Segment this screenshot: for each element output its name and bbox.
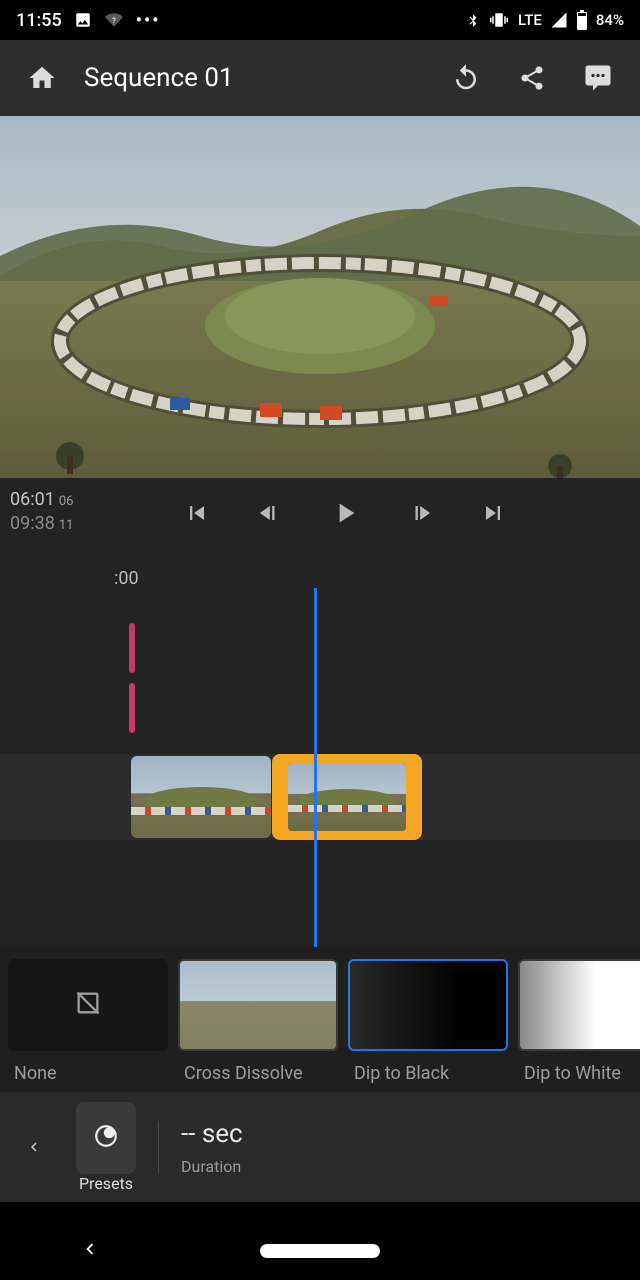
transition-label: Cross Dissolve xyxy=(178,1063,303,1084)
skip-start-button[interactable] xyxy=(179,495,215,531)
sequence-title: Sequence 01 xyxy=(84,63,424,93)
presets-button[interactable] xyxy=(76,1102,136,1174)
presets-label: Presets xyxy=(79,1174,133,1193)
timeline-ruler-label: :00 xyxy=(114,568,139,589)
transition-dip-to-white[interactable]: Dip to White xyxy=(518,959,640,1084)
current-time: 06:01 xyxy=(10,489,55,510)
transition-label: Dip to Black xyxy=(348,1063,449,1084)
play-button[interactable] xyxy=(327,495,363,531)
share-button[interactable] xyxy=(508,54,556,102)
total-frames: 11 xyxy=(59,518,74,533)
system-nav-bar xyxy=(0,1222,640,1280)
current-frames: 06 xyxy=(59,494,74,509)
panel-back-button[interactable] xyxy=(14,1127,54,1167)
network-label: LTE xyxy=(518,11,542,29)
app-bar: Sequence 01 xyxy=(0,40,640,116)
frame-forward-button[interactable] xyxy=(401,495,437,531)
image-icon xyxy=(74,11,92,29)
duration-control[interactable]: -- sec Duration xyxy=(181,1119,243,1176)
no-transition-icon xyxy=(74,989,102,1021)
bluetooth-icon xyxy=(466,10,480,30)
transition-dip-to-black[interactable]: Dip to Black xyxy=(348,959,508,1084)
nav-home-pill[interactable] xyxy=(260,1244,380,1258)
battery-icon xyxy=(576,10,588,30)
preview-frame-image xyxy=(0,116,640,478)
presets-icon xyxy=(93,1123,119,1153)
feedback-button[interactable] xyxy=(574,54,622,102)
video-clip-1[interactable] xyxy=(131,756,271,838)
timecode-display: 06:01 06 09:38 11 xyxy=(0,489,110,537)
transition-cross-dissolve[interactable]: Cross Dissolve xyxy=(178,959,338,1084)
transitions-strip: None Cross Dissolve Dip to Black Dip to … xyxy=(0,947,640,1092)
skip-end-button[interactable] xyxy=(475,495,511,531)
svg-text:?: ? xyxy=(112,16,116,25)
audio-marker-1[interactable] xyxy=(129,623,135,673)
transport-bar: 06:01 06 09:38 11 xyxy=(0,478,640,548)
signal-icon xyxy=(550,11,568,29)
nav-back-button[interactable] xyxy=(79,1238,101,1264)
transition-label: None xyxy=(8,1063,57,1084)
audio-marker-2[interactable] xyxy=(129,683,135,733)
video-preview[interactable] xyxy=(0,116,640,478)
transition-label: Dip to White xyxy=(518,1063,621,1084)
video-clip-2-selected[interactable] xyxy=(272,754,422,840)
vibrate-icon xyxy=(488,11,510,29)
transition-none[interactable]: None xyxy=(8,959,168,1084)
undo-button[interactable] xyxy=(442,54,490,102)
battery-text: 84% xyxy=(596,11,624,29)
frame-back-button[interactable] xyxy=(253,495,289,531)
duration-value: -- sec xyxy=(181,1119,243,1149)
home-button[interactable] xyxy=(18,54,66,102)
timeline[interactable]: :00 xyxy=(0,548,640,947)
divider xyxy=(158,1121,159,1173)
bottom-panel: Presets -- sec Duration xyxy=(0,1092,640,1202)
duration-label: Duration xyxy=(181,1157,243,1176)
status-bar: 11:55 ? ••• LTE 84% xyxy=(0,0,640,40)
more-icon: ••• xyxy=(136,10,161,31)
total-time: 09:38 xyxy=(10,513,55,534)
status-time: 11:55 xyxy=(16,10,62,31)
playhead[interactable] xyxy=(314,588,317,947)
wifi-unknown-icon: ? xyxy=(104,11,124,29)
